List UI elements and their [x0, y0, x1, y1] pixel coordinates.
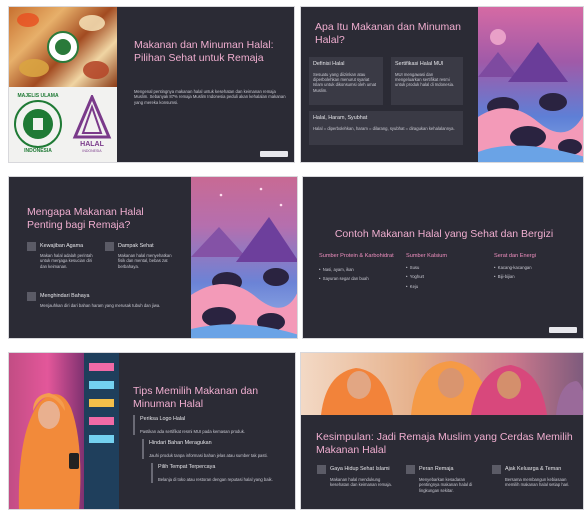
col2-item: • Susu [406, 265, 420, 270]
tip2-title: Hindari Bahan Meragukan [149, 440, 212, 446]
conclusion-item3-body: Bersama membangun kebiasaan memilih maka… [505, 477, 570, 488]
slide-3[interactable]: Mengapa Makanan Halal Penting bagi Remaj… [8, 176, 298, 339]
conclusion-item1-title: Gaya Hidup Sehat Islami [330, 466, 390, 472]
col1-title: Sumber Protein & Karbohidrat [319, 253, 394, 259]
slide6-title: Kesimpulan: Jadi Remaja Muslim yang Cerd… [316, 431, 573, 456]
item2-square-icon [105, 242, 114, 251]
tip3-title: Pilih Tempat Terpercaya [158, 464, 216, 470]
card-halal-haram-syubhat-body: Halal = diperbolehkan, haram = dilarang,… [313, 125, 455, 131]
card-halal-haram-syubhat: Halal, Haram, Syubhat Halal = diperboleh… [309, 111, 463, 145]
slide4-title: Contoh Makanan Halal yang Sehat dan Berg… [334, 228, 554, 240]
slide-2[interactable]: Apa Itu Makanan dan Minuman Halal? Defin… [300, 6, 584, 163]
landscape-illustration [478, 7, 583, 162]
card-definisi-halal-body: Sesuatu yang diizinkan atau diperbolehka… [313, 71, 377, 93]
landscape-illustration-2 [191, 177, 297, 338]
conclusion-item3-title: Ajak Keluarga & Teman [505, 466, 562, 472]
col3-item-text: Kacang-kacangan [497, 265, 532, 270]
halal-logo-circle [47, 31, 79, 63]
col3-item: • Biji-bijian [494, 274, 515, 280]
col1-list: • Nasi, ayam, ikan • Sayuran segar dan b… [319, 267, 409, 282]
mui-logo-top-text: MAJELIS ULAMA [17, 93, 59, 99]
slide-4[interactable]: Contoh Makanan Halal yang Sehat dan Berg… [302, 176, 584, 339]
slide-6[interactable]: Kesimpulan: Jadi Remaja Muslim yang Cerd… [300, 352, 584, 510]
card-definisi-halal: Definisi Halal Sesuatu yang diizinkan at… [309, 57, 383, 105]
item3-square-icon [27, 292, 36, 301]
card-sertifikasi-mui-title: Sertifikasi Halal MUI [395, 61, 444, 67]
slide2-title: Apa Itu Makanan dan Minuman Halal? [315, 21, 461, 46]
slide5-title: Tips Memilih Makanan dan Minuman Halal [133, 385, 259, 410]
halal-indonesia-logo: HALAL INDONESIA [71, 93, 113, 157]
slide1-body: Mengenal pentingnya makanan halal untuk … [134, 89, 286, 105]
col1-item-text: Nasi, ayam, ikan [322, 267, 354, 272]
item3-body: Menjauhkan diri dari bahan haram yang me… [40, 303, 161, 308]
col2-list: • Susu • Yoghurt • Keju [406, 265, 486, 289]
col1-item: • Sayuran segar dan buah [319, 276, 369, 282]
slide-1[interactable]: MAJELIS ULAMA INDONESIA HALAL INDONESIA … [8, 6, 295, 163]
col3-title: Serat dan Energi [494, 253, 536, 259]
slide-5[interactable]: Tips Memilih Makanan dan Minuman Halal P… [8, 352, 296, 510]
halal-indonesia-text: HALAL [80, 141, 104, 148]
col3-item-text: Biji-bijian [497, 274, 515, 280]
col2-item: • Yoghurt [406, 274, 425, 280]
item2-title: Dampak Sehat [118, 243, 154, 249]
mui-logo-bottom-text: INDONESIA [24, 148, 52, 154]
card-definisi-halal-title: Definisi Halal [313, 61, 345, 67]
friends-photo [301, 353, 583, 415]
conclusion-item1-square-icon [317, 465, 326, 474]
conclusion-item2-body: Menyebarkan kesadaran pentingnya makanan… [419, 477, 473, 493]
card-sertifikasi-mui: Sertifikasi Halal MUI MUI mengawasi dan … [391, 57, 463, 105]
col1-item: • Nasi, ayam, ikan [319, 267, 354, 272]
gamma-badge [260, 151, 288, 157]
col2-item: • Keju [406, 283, 419, 289]
item1-title: Kewajiban Agama [40, 243, 84, 249]
slide3-title: Mengapa Makanan Halal Penting bagi Remaj… [27, 206, 144, 231]
tip3-body: Belanja di toko atau restoran dengan rep… [158, 477, 273, 482]
slide1-title: Makanan dan Minuman Halal: Pilihan Sehat… [134, 39, 274, 64]
col1-item-text: Sayuran segar dan buah [322, 276, 369, 282]
girl-shopping-photo [9, 353, 119, 509]
mui-logo: MAJELIS ULAMA INDONESIA [13, 93, 63, 155]
col2-item-text: Keju [409, 283, 419, 289]
card-sertifikasi-mui-body: MUI mengawasi dan mengeluarkan sertifika… [395, 71, 455, 88]
item2-body: Makanan halal menyehatkan fisik dan ment… [118, 253, 172, 269]
conclusion-item2-square-icon [406, 465, 415, 474]
halal-logos-panel: MAJELIS ULAMA INDONESIA HALAL INDONESIA [9, 87, 117, 162]
item1-square-icon [27, 242, 36, 251]
conclusion-item2-title: Peran Remaja [419, 466, 454, 472]
food-photo [9, 7, 117, 87]
tip2-body: Jauhi produk tanpa informasi bahan jelas… [149, 453, 268, 458]
tip1-title: Periksa Logo Halal [140, 416, 186, 422]
card-halal-haram-syubhat-title: Halal, Haram, Syubhat [313, 115, 368, 121]
item3-title: Menghindari Bahaya [40, 293, 90, 299]
col3-list: • Kacang-kacangan • Biji-bijian [494, 265, 579, 280]
gamma-badge [549, 327, 577, 333]
conclusion-item1-body: Makanan halal mendukung kesehatan dan ke… [330, 477, 392, 488]
tip2-bar [142, 439, 144, 459]
col2-item-text: Susu [409, 265, 420, 270]
tip3-bar [151, 463, 153, 483]
halal-indonesia-subtext: INDONESIA [82, 149, 102, 153]
tip1-body: Pastikan ada sertifikat resmi MUI pada k… [140, 429, 245, 434]
col2-title: Sumber Kalsium [406, 253, 448, 259]
conclusion-item3-square-icon [492, 465, 501, 474]
col2-item-text: Yoghurt [409, 274, 425, 280]
item1-body: Makan halal adalah perintah untuk menjag… [40, 253, 93, 269]
col3-item: • Kacang-kacangan [494, 265, 532, 270]
tip1-bar [133, 415, 135, 435]
